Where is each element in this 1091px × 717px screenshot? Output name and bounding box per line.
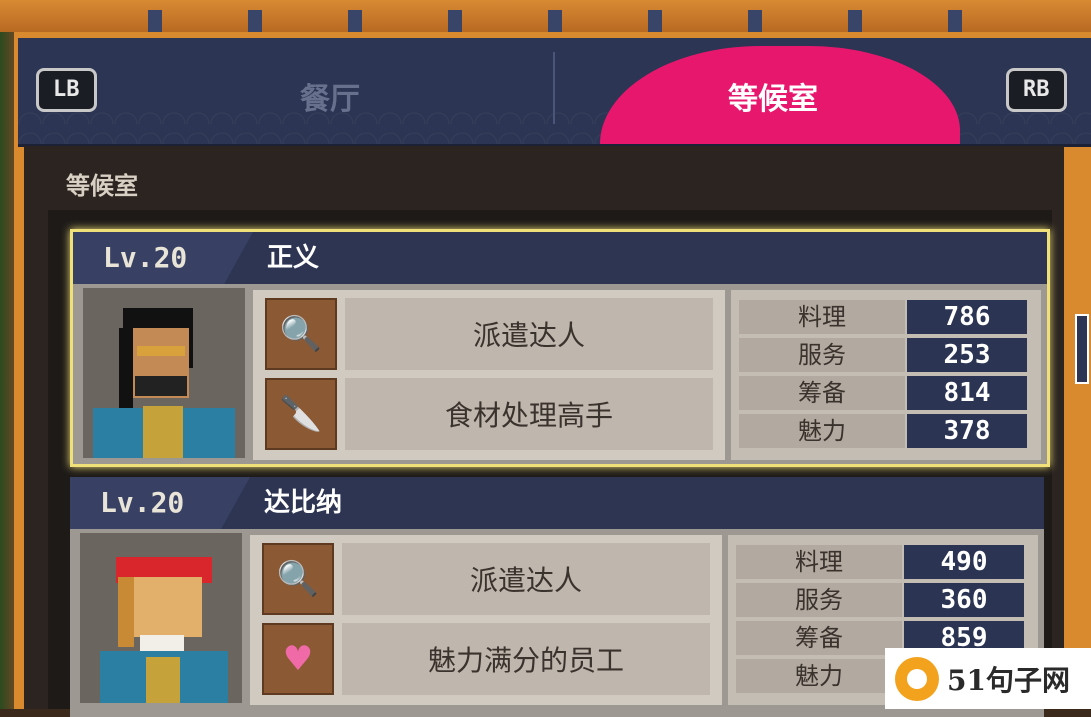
stat-label: 料理 xyxy=(736,545,902,579)
knife-icon: 🔪 xyxy=(265,378,337,450)
stat-label: 魅力 xyxy=(739,414,905,448)
employee-name: 正义 xyxy=(267,243,320,273)
avatar xyxy=(83,288,245,458)
stat-row: 魅力 378 xyxy=(739,414,1031,450)
stats-panel: 料理 786 服务 253 筹备 814 魅力 378 xyxy=(731,290,1041,460)
avatar-pixel-art xyxy=(100,557,228,703)
skill-slot[interactable]: 🔪 食材处理高手 xyxy=(265,378,713,450)
employee-name: 达比纳 xyxy=(264,488,343,518)
heart-icon: ♥ xyxy=(262,623,334,695)
stat-row: 服务 360 xyxy=(736,583,1028,619)
rb-button[interactable]: RB xyxy=(1006,68,1067,112)
stat-label: 服务 xyxy=(736,583,902,617)
stat-label: 筹备 xyxy=(736,621,902,655)
magnifier-icon: 🔍 xyxy=(262,543,334,615)
stat-row: 筹备 814 xyxy=(739,376,1031,412)
stat-value: 490 xyxy=(904,545,1024,579)
tab-restaurant[interactable]: 餐厅 xyxy=(300,74,360,118)
employee-card[interactable]: Lv.20 正义 🔍 派遣达人 🔪 食材处理高手 料理 786 服务 253 筹… xyxy=(70,229,1050,467)
stat-value: 360 xyxy=(904,583,1024,617)
stat-value: 814 xyxy=(907,376,1027,410)
scrollbar-thumb[interactable] xyxy=(1075,314,1089,384)
skill-slot[interactable]: 🔍 派遣达人 xyxy=(262,543,710,615)
stat-label: 服务 xyxy=(739,338,905,372)
section-title: 等候室 xyxy=(66,172,138,200)
avatar xyxy=(80,533,242,703)
skill-label: 派遣达人 xyxy=(345,298,713,370)
avatar-pixel-art xyxy=(93,308,235,458)
level-label: Lv.20 xyxy=(73,232,253,284)
top-wood-bar xyxy=(0,0,1091,36)
stat-value: 786 xyxy=(907,300,1027,334)
skill-label: 魅力满分的员工 xyxy=(342,623,710,695)
tab-divider xyxy=(553,52,555,124)
stat-value: 378 xyxy=(907,414,1027,448)
magnifier-icon: 🔍 xyxy=(265,298,337,370)
stat-label: 筹备 xyxy=(739,376,905,410)
tab-waiting-room[interactable]: 等候室 xyxy=(728,74,818,118)
skill-label: 食材处理高手 xyxy=(345,378,713,450)
stat-row: 料理 786 xyxy=(739,300,1031,336)
watermark-logo-icon xyxy=(895,656,939,701)
stat-label: 魅力 xyxy=(736,659,902,693)
stat-label: 料理 xyxy=(739,300,905,334)
stat-value: 253 xyxy=(907,338,1027,372)
watermark-text: 51句子网 xyxy=(947,663,1070,697)
skill-label: 派遣达人 xyxy=(342,543,710,615)
lb-button[interactable]: LB xyxy=(36,68,97,112)
skill-panel: 🔍 派遣达人 🔪 食材处理高手 xyxy=(253,290,725,460)
skill-slot[interactable]: ♥ 魅力满分的员工 xyxy=(262,623,710,695)
watermark: 51句子网 xyxy=(885,648,1091,709)
skill-slot[interactable]: 🔍 派遣达人 xyxy=(265,298,713,370)
level-label: Lv.20 xyxy=(70,477,250,529)
stat-row: 料理 490 xyxy=(736,545,1028,581)
stat-row: 服务 253 xyxy=(739,338,1031,374)
skill-panel: 🔍 派遣达人 ♥ 魅力满分的员工 xyxy=(250,535,722,705)
